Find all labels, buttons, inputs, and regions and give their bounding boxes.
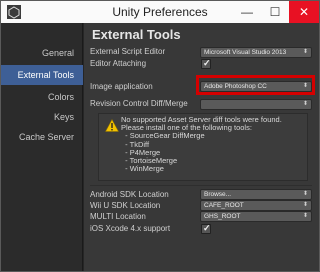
page-title: External Tools bbox=[92, 27, 181, 42]
wiiu-sdk-value: CAFE_ROOT bbox=[204, 202, 244, 209]
main-panel: External Tools External Script Editor Mi… bbox=[84, 23, 319, 271]
wiiu-sdk-dropdown[interactable]: CAFE_ROOT ⬍ bbox=[200, 200, 312, 211]
sidebar-item-external-tools[interactable]: External Tools bbox=[1, 65, 83, 85]
dropdown-arrow-icon: ⬍ bbox=[302, 202, 308, 208]
ios-xcode-checkbox[interactable] bbox=[201, 223, 211, 234]
minimize-button[interactable]: — bbox=[233, 1, 261, 23]
editor-attaching-checkbox[interactable] bbox=[201, 58, 211, 69]
android-sdk-dropdown[interactable]: Browse... ⬍ bbox=[200, 189, 312, 200]
script-editor-value: Microsoft Visual Studio 2013 bbox=[204, 49, 287, 56]
multi-location-dropdown[interactable]: GHS_ROOT ⬍ bbox=[200, 211, 312, 222]
dropdown-arrow-icon: ⬍ bbox=[302, 49, 308, 55]
close-button[interactable]: ✕ bbox=[289, 1, 319, 23]
divider bbox=[90, 185, 312, 186]
dropdown-arrow-icon: ⬍ bbox=[302, 191, 308, 197]
highlight-box bbox=[196, 75, 315, 95]
wiiu-sdk-label: Wii U SDK Location bbox=[90, 201, 161, 210]
image-application-label: Image application bbox=[90, 82, 153, 91]
editor-attaching-label: Editor Attaching bbox=[90, 59, 147, 68]
multi-location-label: MULTI Location bbox=[90, 212, 146, 221]
sidebar: General External Tools Colors Keys Cache… bbox=[1, 23, 83, 271]
android-sdk-label: Android SDK Location bbox=[90, 190, 169, 199]
sidebar-item-keys[interactable]: Keys bbox=[1, 107, 83, 127]
diff-tools-notice: No supported Asset Server diff tools wer… bbox=[98, 113, 308, 181]
revision-control-dropdown[interactable]: ⬍ bbox=[200, 99, 312, 110]
script-editor-label: External Script Editor bbox=[90, 47, 166, 56]
warning-icon bbox=[105, 119, 119, 132]
preferences-window: Unity Preferences — ☐ ✕ General External… bbox=[0, 0, 320, 272]
multi-location-value: GHS_ROOT bbox=[204, 213, 241, 220]
ios-xcode-label: iOS Xcode 4.x support bbox=[90, 224, 171, 233]
android-sdk-value: Browse... bbox=[204, 191, 232, 198]
title-bar: Unity Preferences — ☐ ✕ bbox=[1, 1, 319, 23]
notice-text: No supported Asset Server diff tools wer… bbox=[121, 115, 282, 174]
script-editor-dropdown[interactable]: Microsoft Visual Studio 2013 ⬍ bbox=[200, 47, 312, 58]
dropdown-arrow-icon: ⬍ bbox=[302, 101, 308, 107]
revision-control-label: Revision Control Diff/Merge bbox=[90, 99, 188, 108]
dropdown-arrow-icon: ⬍ bbox=[302, 213, 308, 219]
maximize-button[interactable]: ☐ bbox=[261, 1, 289, 23]
sidebar-item-cache-server[interactable]: Cache Server bbox=[1, 127, 83, 147]
notice-line: - WinMerge bbox=[121, 164, 164, 174]
sidebar-item-colors[interactable]: Colors bbox=[1, 87, 83, 107]
sidebar-item-general[interactable]: General bbox=[1, 43, 83, 63]
